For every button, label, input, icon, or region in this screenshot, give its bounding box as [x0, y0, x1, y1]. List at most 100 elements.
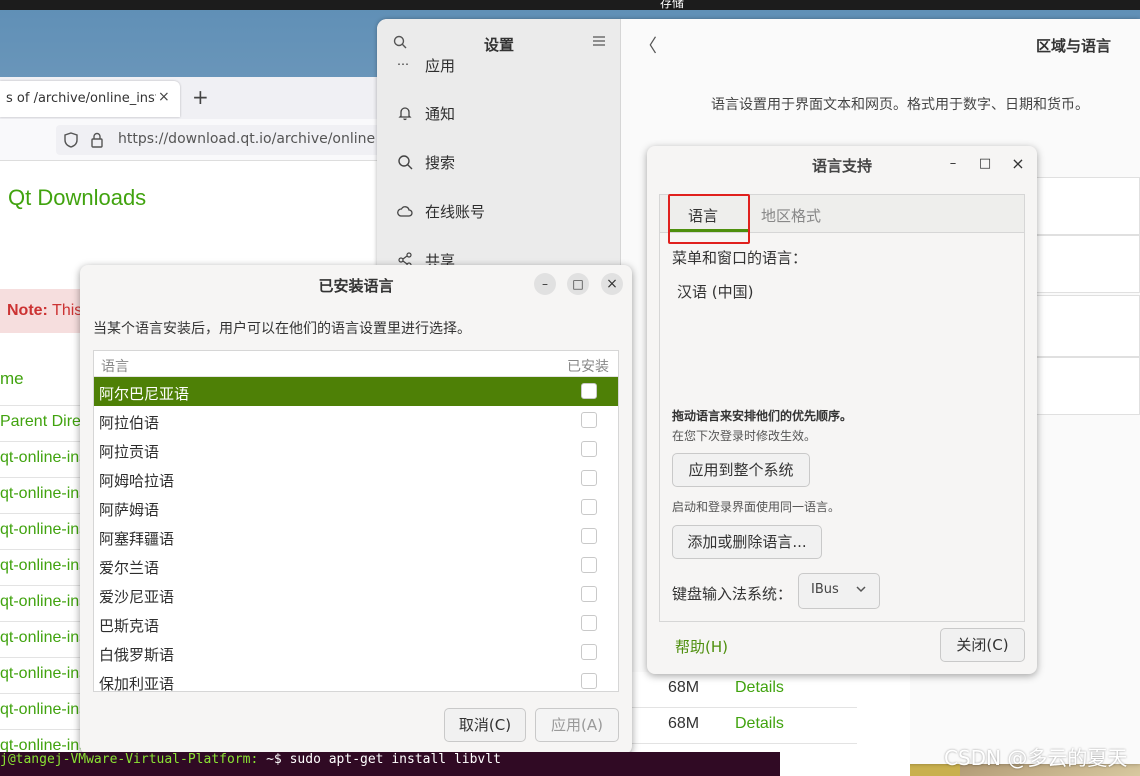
note-body: This	[47, 302, 83, 319]
language-name: 阿尔巴尼亚语	[99, 385, 190, 403]
url-text: https://download.qt.io/archive/online	[118, 131, 376, 147]
install-remove-languages-button[interactable]: 添加或删除语言...	[672, 525, 822, 559]
installed-checkbox[interactable]	[581, 441, 597, 457]
column-name-header[interactable]: me	[0, 369, 24, 389]
bell-icon	[398, 107, 412, 121]
sidebar-item-label: 应用	[425, 57, 456, 75]
note-label: Note:	[7, 302, 48, 319]
close-icon[interactable]: ×	[601, 273, 623, 295]
language-name: 巴斯克语	[99, 617, 160, 635]
installed-checkbox[interactable]	[581, 412, 597, 428]
installed-checkbox[interactable]	[581, 673, 597, 689]
annotation-highlight-box	[668, 194, 750, 244]
language-list-item[interactable]: 汉语 (中国)	[677, 281, 753, 302]
list-item[interactable]: 白俄罗斯语	[94, 638, 618, 667]
installed-checkbox[interactable]	[581, 528, 597, 544]
url-input[interactable]: https://download.qt.io/archive/online	[56, 125, 386, 155]
watermark: CSDN @多云的夏天	[944, 746, 1128, 770]
sidebar-item-online-accounts[interactable]: 在线账号	[377, 187, 621, 236]
terminal-command: ~$ sudo apt-get install libvlt	[258, 752, 501, 767]
table-row: 68M Details	[632, 672, 857, 708]
installed-checkbox[interactable]	[581, 383, 597, 399]
close-icon[interactable]: ×	[1008, 155, 1028, 173]
browser-tab-label: s of /archive/online_inst	[6, 91, 156, 106]
apply-button[interactable]: 应用(A)	[535, 708, 619, 742]
list-item[interactable]: 阿塞拜疆语	[94, 522, 618, 551]
language-row[interactable]	[1025, 177, 1140, 235]
sidebar-item-search[interactable]: 搜索	[377, 138, 621, 187]
sidebar-item-label: 通知	[425, 105, 456, 123]
language-support-content: 语言 地区格式 菜单和窗口的语言： 汉语 (中国) 拖动语言来安排他们的优先顺序…	[659, 194, 1025, 622]
input-method-select[interactable]: IBus	[798, 573, 880, 609]
file-size: 68M	[668, 715, 700, 732]
list-item[interactable]: 阿姆哈拉语	[94, 464, 618, 493]
language-support-dialog: 语言支持 – □ × 语言 地区格式 菜单和窗口的语言： 汉语 (中国) 拖动语…	[647, 146, 1037, 674]
list-item[interactable]: 保加利亚语	[94, 667, 618, 692]
list-item[interactable]: 巴斯克语	[94, 609, 618, 638]
input-method-value: IBus	[811, 582, 839, 597]
region-description: 语言设置用于界面文本和网页。格式用于数字、日期和货币。	[711, 97, 1089, 113]
new-tab-icon[interactable]: +	[192, 85, 209, 109]
installed-checkbox[interactable]	[581, 499, 597, 515]
terminal-prompt: j@tangej-VMware-Virtual-Platform:	[0, 752, 259, 767]
installed-checkbox[interactable]	[581, 470, 597, 486]
list-item[interactable]: 爱沙尼亚语	[94, 580, 618, 609]
installed-checkbox[interactable]	[581, 586, 597, 602]
language-name: 保加利亚语	[99, 675, 175, 692]
apps-icon: ⋯	[397, 57, 409, 71]
details-link[interactable]: Details	[735, 715, 784, 733]
formats-row[interactable]	[1025, 235, 1140, 293]
lock-icon[interactable]	[90, 132, 104, 148]
search-icon	[398, 155, 413, 170]
language-name: 阿姆哈拉语	[99, 472, 175, 490]
installed-checkbox[interactable]	[581, 615, 597, 631]
minimize-icon[interactable]: –	[943, 155, 963, 173]
dialog-description: 当某个语言安装后，用户可以在他们的语言设置里进行选择。	[93, 321, 471, 337]
hamburger-menu-icon[interactable]	[593, 35, 605, 47]
list-item[interactable]: 阿尔巴尼亚语	[94, 377, 618, 406]
apply-system-wide-button[interactable]: 应用到整个系统	[672, 453, 810, 487]
language-rows: 阿尔巴尼亚语 阿拉伯语 阿拉贡语 阿姆哈拉语 阿萨姆语 阿塞拜疆语 爱尔兰语 爱…	[94, 377, 618, 692]
input-sources-row[interactable]	[1025, 295, 1140, 357]
language-name: 阿塞拜疆语	[99, 530, 175, 548]
column-header-installed[interactable]: 已安装	[567, 356, 609, 376]
chevron-down-icon	[856, 586, 866, 593]
maximize-icon[interactable]: □	[975, 155, 995, 173]
sidebar-item-notifications[interactable]: 通知	[377, 89, 621, 138]
installed-checkbox[interactable]	[581, 644, 597, 660]
dialog-titlebar: 语言支持 – □ ×	[647, 146, 1037, 182]
language-name: 阿萨姆语	[99, 501, 160, 519]
language-name: 阿拉贡语	[99, 443, 160, 461]
list-header: 语言 已安装	[94, 351, 618, 377]
input-sources-row-2[interactable]	[1025, 357, 1140, 415]
menu-language-label: 菜单和窗口的语言：	[672, 249, 808, 267]
drag-hint: 拖动语言来安排他们的优先顺序。	[672, 409, 853, 423]
tab-close-icon[interactable]: ×	[158, 89, 170, 105]
terminal-strip: j@tangej-VMware-Virtual-Platform: ~$ sud…	[0, 752, 780, 776]
list-item[interactable]: 阿拉伯语	[94, 406, 618, 435]
list-item[interactable]: 阿拉贡语	[94, 435, 618, 464]
installed-checkbox[interactable]	[581, 557, 597, 573]
help-button[interactable]: 帮助(H)	[675, 636, 728, 657]
tab-regional-formats[interactable]: 地区格式	[761, 205, 821, 226]
cloud-icon	[397, 206, 413, 217]
minimize-icon[interactable]: –	[534, 273, 556, 295]
cancel-button[interactable]: 取消(C)	[444, 708, 526, 742]
login-screen-hint: 启动和登录界面使用同一语言。	[672, 500, 841, 514]
file-size: 68M	[668, 679, 700, 696]
top-bar: 存储	[0, 0, 1140, 10]
browser-tab[interactable]: s of /archive/online_inst ×	[0, 81, 180, 117]
list-item[interactable]: 阿萨姆语	[94, 493, 618, 522]
sidebar-item-label: 在线账号	[425, 203, 486, 221]
column-header-language[interactable]: 语言	[101, 356, 129, 376]
language-name: 阿拉伯语	[99, 414, 160, 432]
close-button[interactable]: 关闭(C)	[940, 628, 1025, 662]
shield-icon[interactable]	[64, 132, 78, 148]
terminal-line: j@tangej-VMware-Virtual-Platform: ~$ sud…	[0, 752, 501, 767]
installed-languages-dialog: 已安装语言 – □ × 当某个语言安装后，用户可以在他们的语言设置里进行选择。 …	[80, 265, 632, 754]
list-item[interactable]: 爱尔兰语	[94, 551, 618, 580]
maximize-icon[interactable]: □	[567, 273, 589, 295]
sidebar-item-label: 搜索	[425, 154, 456, 172]
language-name: 爱沙尼亚语	[99, 588, 175, 606]
details-link[interactable]: Details	[735, 679, 784, 697]
